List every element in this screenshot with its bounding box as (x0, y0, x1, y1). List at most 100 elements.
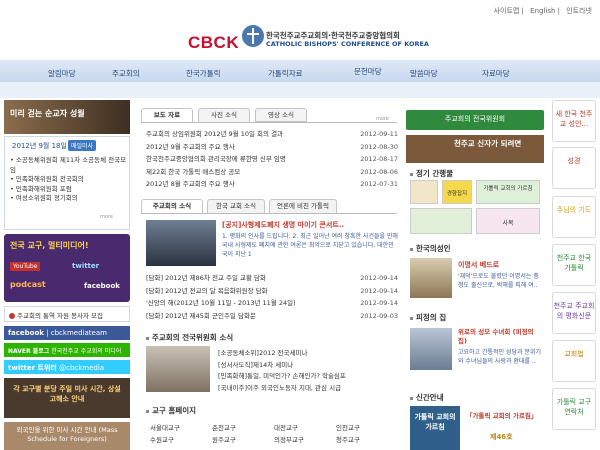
list-item[interactable]: [담화] 2012년 제45회 군인주일 담화문 2012-09-03 (146, 310, 398, 323)
intranet-link[interactable]: 인트라넷 (566, 7, 592, 15)
foreign-mass-banner[interactable]: 외국인을 위한 미사 시간 안내 (Mass Schedule for Fore… (4, 422, 130, 450)
sub-nav-bar (0, 82, 600, 98)
book-issue: 제46호 (490, 433, 513, 441)
press-list: 주교회의 상임위원회 2012년 9월 10일 회의 결과 2012-09-11 … (146, 128, 398, 191)
diocese-link[interactable]: 인천교구 (336, 422, 398, 434)
interpreter-notice[interactable]: 주교회의 통역 자원 봉사자 모집 (4, 306, 130, 322)
side-link-bible[interactable]: 성경 (552, 147, 596, 189)
list-item[interactable]: [성서사도직]제14차 세미나 (218, 360, 346, 372)
diocese-link[interactable]: 의정부교구 (274, 434, 336, 446)
periodical-cover[interactable] (410, 208, 472, 234)
saint-name[interactable]: 이명서 베드로 (458, 260, 499, 270)
saints-title: 한국의성인 (410, 243, 451, 254)
side-link-korean-catholic[interactable]: 천주교 한국 가톨릭 (552, 244, 596, 286)
side-link-canon-law[interactable]: 교회법 (552, 340, 596, 382)
become-catholic-banner[interactable]: 천주교 신자가 되려면 (406, 135, 544, 163)
nav-item-korean-catholic[interactable]: 한국가톨릭 (186, 68, 221, 79)
event-list: • 소공동체위원회 제11차 소공동체 전국모임 • 민족화해위원회 전국회의 … (10, 156, 128, 204)
list-item[interactable]: • 민족화해위원회 전국회의 (10, 175, 128, 185)
diocese-link[interactable]: 청주교구 (336, 434, 398, 446)
list-item[interactable]: 2012년 9월 주교회의 주요 행사 2012-08-30 (146, 141, 398, 154)
committee-photo[interactable] (146, 346, 210, 392)
list-item[interactable]: • 여성소위원회 정기회의 (10, 194, 128, 204)
naver-blog-link[interactable]: NAVER 블로그 한국천주교 주교회의 미디어팀 (4, 343, 130, 364)
list-item[interactable]: '신앙의 해(2012년 10월 11일 - 2013년 11월 24일) 201… (146, 297, 398, 310)
youtube-label: YouTube (10, 262, 41, 271)
bullet-icon (410, 316, 413, 320)
tab-press[interactable]: 보도 자료 (141, 108, 193, 122)
bullet-icon (146, 409, 149, 413)
diocese-link[interactable]: 원주교구 (212, 434, 274, 446)
facebook-link[interactable]: facebook | cbckmediateam (4, 326, 130, 340)
list-item[interactable]: 주교회의 상임위원회 2012년 9월 10일 회의 결과 2012-09-11 (146, 128, 398, 141)
promo-title: 전국 교구, 멀티미디어! (10, 241, 89, 250)
diocese-link[interactable]: 대전교구 (274, 422, 336, 434)
list-item[interactable]: • 민족화해위원회 포럼 (10, 185, 128, 195)
martyrs-month-banner[interactable]: 미리 걷는 순교자 성월 (4, 100, 130, 134)
committee-list: [소공동체소위]2012 전국세미나 [성서사도직]제14차 세미나 [민족화해… (218, 348, 346, 394)
periodical-cover[interactable] (410, 180, 438, 204)
more-link[interactable]: more (100, 214, 113, 220)
list-item[interactable]: • 소공동체위원회 제11차 소공동체 전국모임 (10, 156, 128, 175)
tab-conference-news[interactable]: 주교회의 소식 (141, 199, 203, 213)
nav-item-notice[interactable]: 알림마당 (48, 68, 76, 79)
tab-video[interactable]: 영상 소식 (255, 108, 307, 122)
divider (141, 122, 397, 123)
logo-wordmark[interactable]: CBCK (188, 33, 239, 53)
list-item[interactable]: 2012년 8월 주교회의 주요 행사 2012-07-31 (146, 178, 398, 191)
nav-item-conference[interactable]: 주교회의 (112, 68, 140, 79)
periodical-catechism[interactable]: 가톨릭 교회의 가르침 (476, 180, 540, 204)
list-item[interactable]: [소공동체소위]2012 전국세미나 (218, 348, 346, 360)
divider (141, 213, 397, 214)
periodical-samok[interactable]: 사목 (476, 208, 540, 234)
feature-title[interactable]: [공지]사형제도폐지 생명 마이기 콘서트.. (222, 220, 344, 230)
list-item[interactable]: 제22회 한국 가톨릭 매스컴상 공모 2012-08-06 (146, 166, 398, 179)
english-link[interactable]: English (530, 7, 555, 15)
periodicals-title: 정기 간행물 (410, 168, 453, 179)
bullet-icon (410, 172, 413, 176)
retreat-photo[interactable] (410, 328, 452, 370)
saint-portrait[interactable] (410, 258, 452, 298)
sitemap-link[interactable]: 사이트맵 (494, 7, 520, 15)
side-link-contacts[interactable]: 가톨릭 교구 연락처 (552, 388, 596, 430)
side-link-peace[interactable]: 천주교 주교회의 평화신문 (552, 292, 596, 334)
nav-item-word[interactable]: 말씀마당 (410, 68, 438, 79)
bullet-icon (146, 336, 149, 340)
committee-button[interactable]: 주교회의 전국위원회 (406, 110, 544, 130)
daily-mass-badge[interactable]: 매일미사 (68, 140, 97, 151)
book-title[interactable]: 「가톨릭 교회의 가르침」 (466, 412, 542, 421)
list-item[interactable]: [민족화해]통일, 미덕인가? 손해인가? 학술심포 (218, 371, 346, 383)
feature-photo[interactable] (146, 220, 216, 266)
twitter-link[interactable]: twitter 트위터 @cbckmedia (4, 360, 130, 374)
committee-section-title: 주교회의 전국위원회 소식 (146, 332, 233, 343)
diocese-link[interactable]: 수원교구 (150, 434, 212, 446)
list-item[interactable]: [담화] 2012년 전교의 달 복음화위원장 담화 2012-09-14 (146, 285, 398, 298)
list-item[interactable]: 한국천주교중앙협의회 관리국장에 류한영 신부 임명 2012-08-17 (146, 153, 398, 166)
list-item[interactable]: [국내이주]이주 외국인노동자 지대, 관심 시급 (218, 383, 346, 395)
mass-time-banner[interactable]: 각 교구별 분당 주일 미사 시간, 상설고해소 안내 (4, 378, 130, 418)
tab-photo[interactable]: 사진 소식 (198, 108, 250, 122)
diocese-grid: 서울대교구 춘천교구 대전교구 인천교구 수원교구 원주교구 의정부교구 청주교… (150, 422, 398, 446)
nav-item-documents[interactable]: 문헌마당 (354, 66, 382, 77)
saint-desc: '재덕'으로도 불렸던 이명서는 충청도 출신으로, 박해를 피해 여.. (458, 273, 539, 289)
conference-news-list: [담화] 2012년 제86차 전교 주일 교황 담화 2012-09-14 [담… (146, 272, 398, 322)
nav-item-catholic-data[interactable]: 가톨릭자료 (268, 68, 303, 79)
periodical-kyunghyang[interactable]: 경향잡지 (442, 180, 472, 204)
twitter-label: twitter (72, 262, 100, 270)
retreat-desc: 고요하고 간통적인 성당과 분위기와 수녀님들의 사랑과 환대를 .. (458, 349, 542, 365)
retreat-title: 피정의 집 (410, 312, 446, 323)
side-link-lords-prayer[interactable]: 주님의 기도 (552, 196, 596, 238)
tab-church-news[interactable]: 한국 교회 소식 (207, 199, 265, 213)
list-item[interactable]: [담화] 2012년 제86차 전교 주일 교황 담화 2012-09-14 (146, 272, 398, 285)
calendar-date: 2012년 9월 18일 (12, 142, 67, 150)
facebook-label: facebook (84, 282, 120, 290)
nav-item-resources[interactable]: 자료마당 (482, 68, 510, 79)
retreat-name[interactable]: 위로의 성모 수녀회 (피정의 집) (458, 328, 544, 346)
logo-english-name: CATHOLIC BISHOPS' CONFERENCE OF KOREA (266, 40, 429, 48)
side-link-saints[interactable]: 새 한국 천주교 성인... (552, 100, 596, 142)
diocese-link[interactable]: 춘천교구 (212, 422, 274, 434)
book-cover[interactable]: 가톨릭 교회의 가르침 (410, 406, 460, 450)
tab-press-coverage[interactable]: 언론에 비친 가톨릭 (269, 199, 337, 213)
bullet-icon (410, 396, 413, 400)
diocese-link[interactable]: 서울대교구 (150, 422, 212, 434)
